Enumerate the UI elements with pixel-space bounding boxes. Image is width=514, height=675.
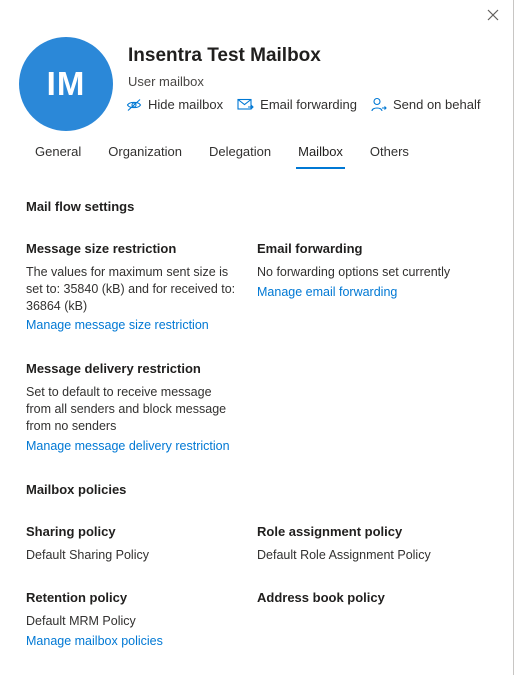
email-forwarding-section-label: Email forwarding: [257, 241, 363, 256]
mail-flow-heading: Mail flow settings: [26, 199, 135, 214]
send-on-behalf-button[interactable]: Send on behalf: [371, 97, 480, 112]
manage-email-forwarding-link[interactable]: Manage email forwarding: [257, 285, 397, 299]
role-assignment-label: Role assignment policy: [257, 524, 403, 539]
manage-message-size-link[interactable]: Manage message size restriction: [26, 318, 209, 332]
address-book-policy-label: Address book policy: [257, 590, 385, 605]
message-size-label: Message size restriction: [26, 241, 177, 256]
tab-mailbox[interactable]: Mailbox: [296, 144, 345, 169]
email-forwarding-text: No forwarding options set currently: [257, 265, 451, 279]
close-icon: [487, 9, 499, 21]
page-title: Insentra Test Mailbox: [128, 45, 321, 66]
manage-mailbox-policies-link[interactable]: Manage mailbox policies: [26, 634, 163, 648]
hide-icon: [126, 98, 142, 111]
email-forwarding-label: Email forwarding: [260, 97, 357, 112]
role-assignment-value: Default Role Assignment Policy: [257, 548, 431, 562]
hide-mailbox-label: Hide mailbox: [148, 97, 224, 112]
sharing-policy-label: Sharing policy: [26, 524, 116, 539]
message-delivery-label: Message delivery restriction: [26, 361, 201, 376]
message-delivery-text: Set to default to receive message from a…: [26, 385, 227, 433]
manage-message-delivery-link[interactable]: Manage message delivery restriction: [26, 439, 230, 453]
mailbox-type: User mailbox: [128, 74, 204, 89]
close-button[interactable]: [484, 6, 502, 24]
tab-bar: General Organization Delegation Mailbox …: [35, 144, 436, 169]
mailbox-policies-heading: Mailbox policies: [26, 482, 127, 497]
sharing-policy-value: Default Sharing Policy: [26, 548, 149, 562]
avatar: IM: [19, 37, 113, 131]
retention-policy-label: Retention policy: [26, 590, 128, 605]
tab-general[interactable]: General: [35, 144, 81, 169]
hide-mailbox-button[interactable]: Hide mailbox: [126, 97, 223, 112]
action-bar: Hide mailbox Email forwarding Send on be…: [126, 97, 494, 112]
person-icon: [371, 97, 387, 112]
tab-others[interactable]: Others: [370, 144, 409, 169]
tab-delegation[interactable]: Delegation: [209, 144, 271, 169]
mail-forward-icon: [237, 98, 254, 110]
retention-policy-value: Default MRM Policy: [26, 614, 136, 628]
message-size-text: The values for maximum sent size is set …: [26, 265, 236, 313]
send-on-behalf-label: Send on behalf: [392, 97, 481, 112]
mailbox-details-panel: IM Insentra Test Mailbox User mailbox Hi…: [0, 0, 514, 675]
email-forwarding-button[interactable]: Email forwarding: [237, 97, 357, 112]
tab-organization[interactable]: Organization: [108, 144, 182, 169]
